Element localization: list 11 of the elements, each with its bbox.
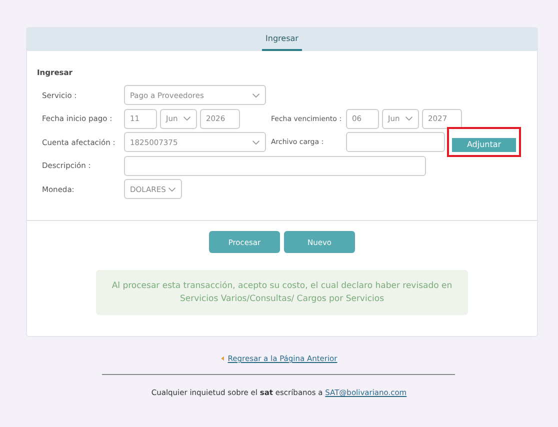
attach-button[interactable]: Adjuntar [452, 138, 516, 152]
chevron-icon [252, 140, 260, 144]
tab[interactable]: Ingresar [262, 28, 302, 51]
description-field[interactable] [124, 156, 426, 176]
chevron-icon [183, 116, 191, 121]
back-arrow-icon [220, 356, 224, 361]
chevron-icon [405, 116, 413, 121]
chevron-icon [252, 92, 260, 98]
notice-message: Al procesar esta transacción, acepto su costo, el cual declaro haber revisado en Servicios Varios/Consultas/ Cargos por Servicios [96, 270, 468, 315]
chevron-icon [168, 186, 176, 192]
file-field[interactable] [346, 132, 445, 152]
